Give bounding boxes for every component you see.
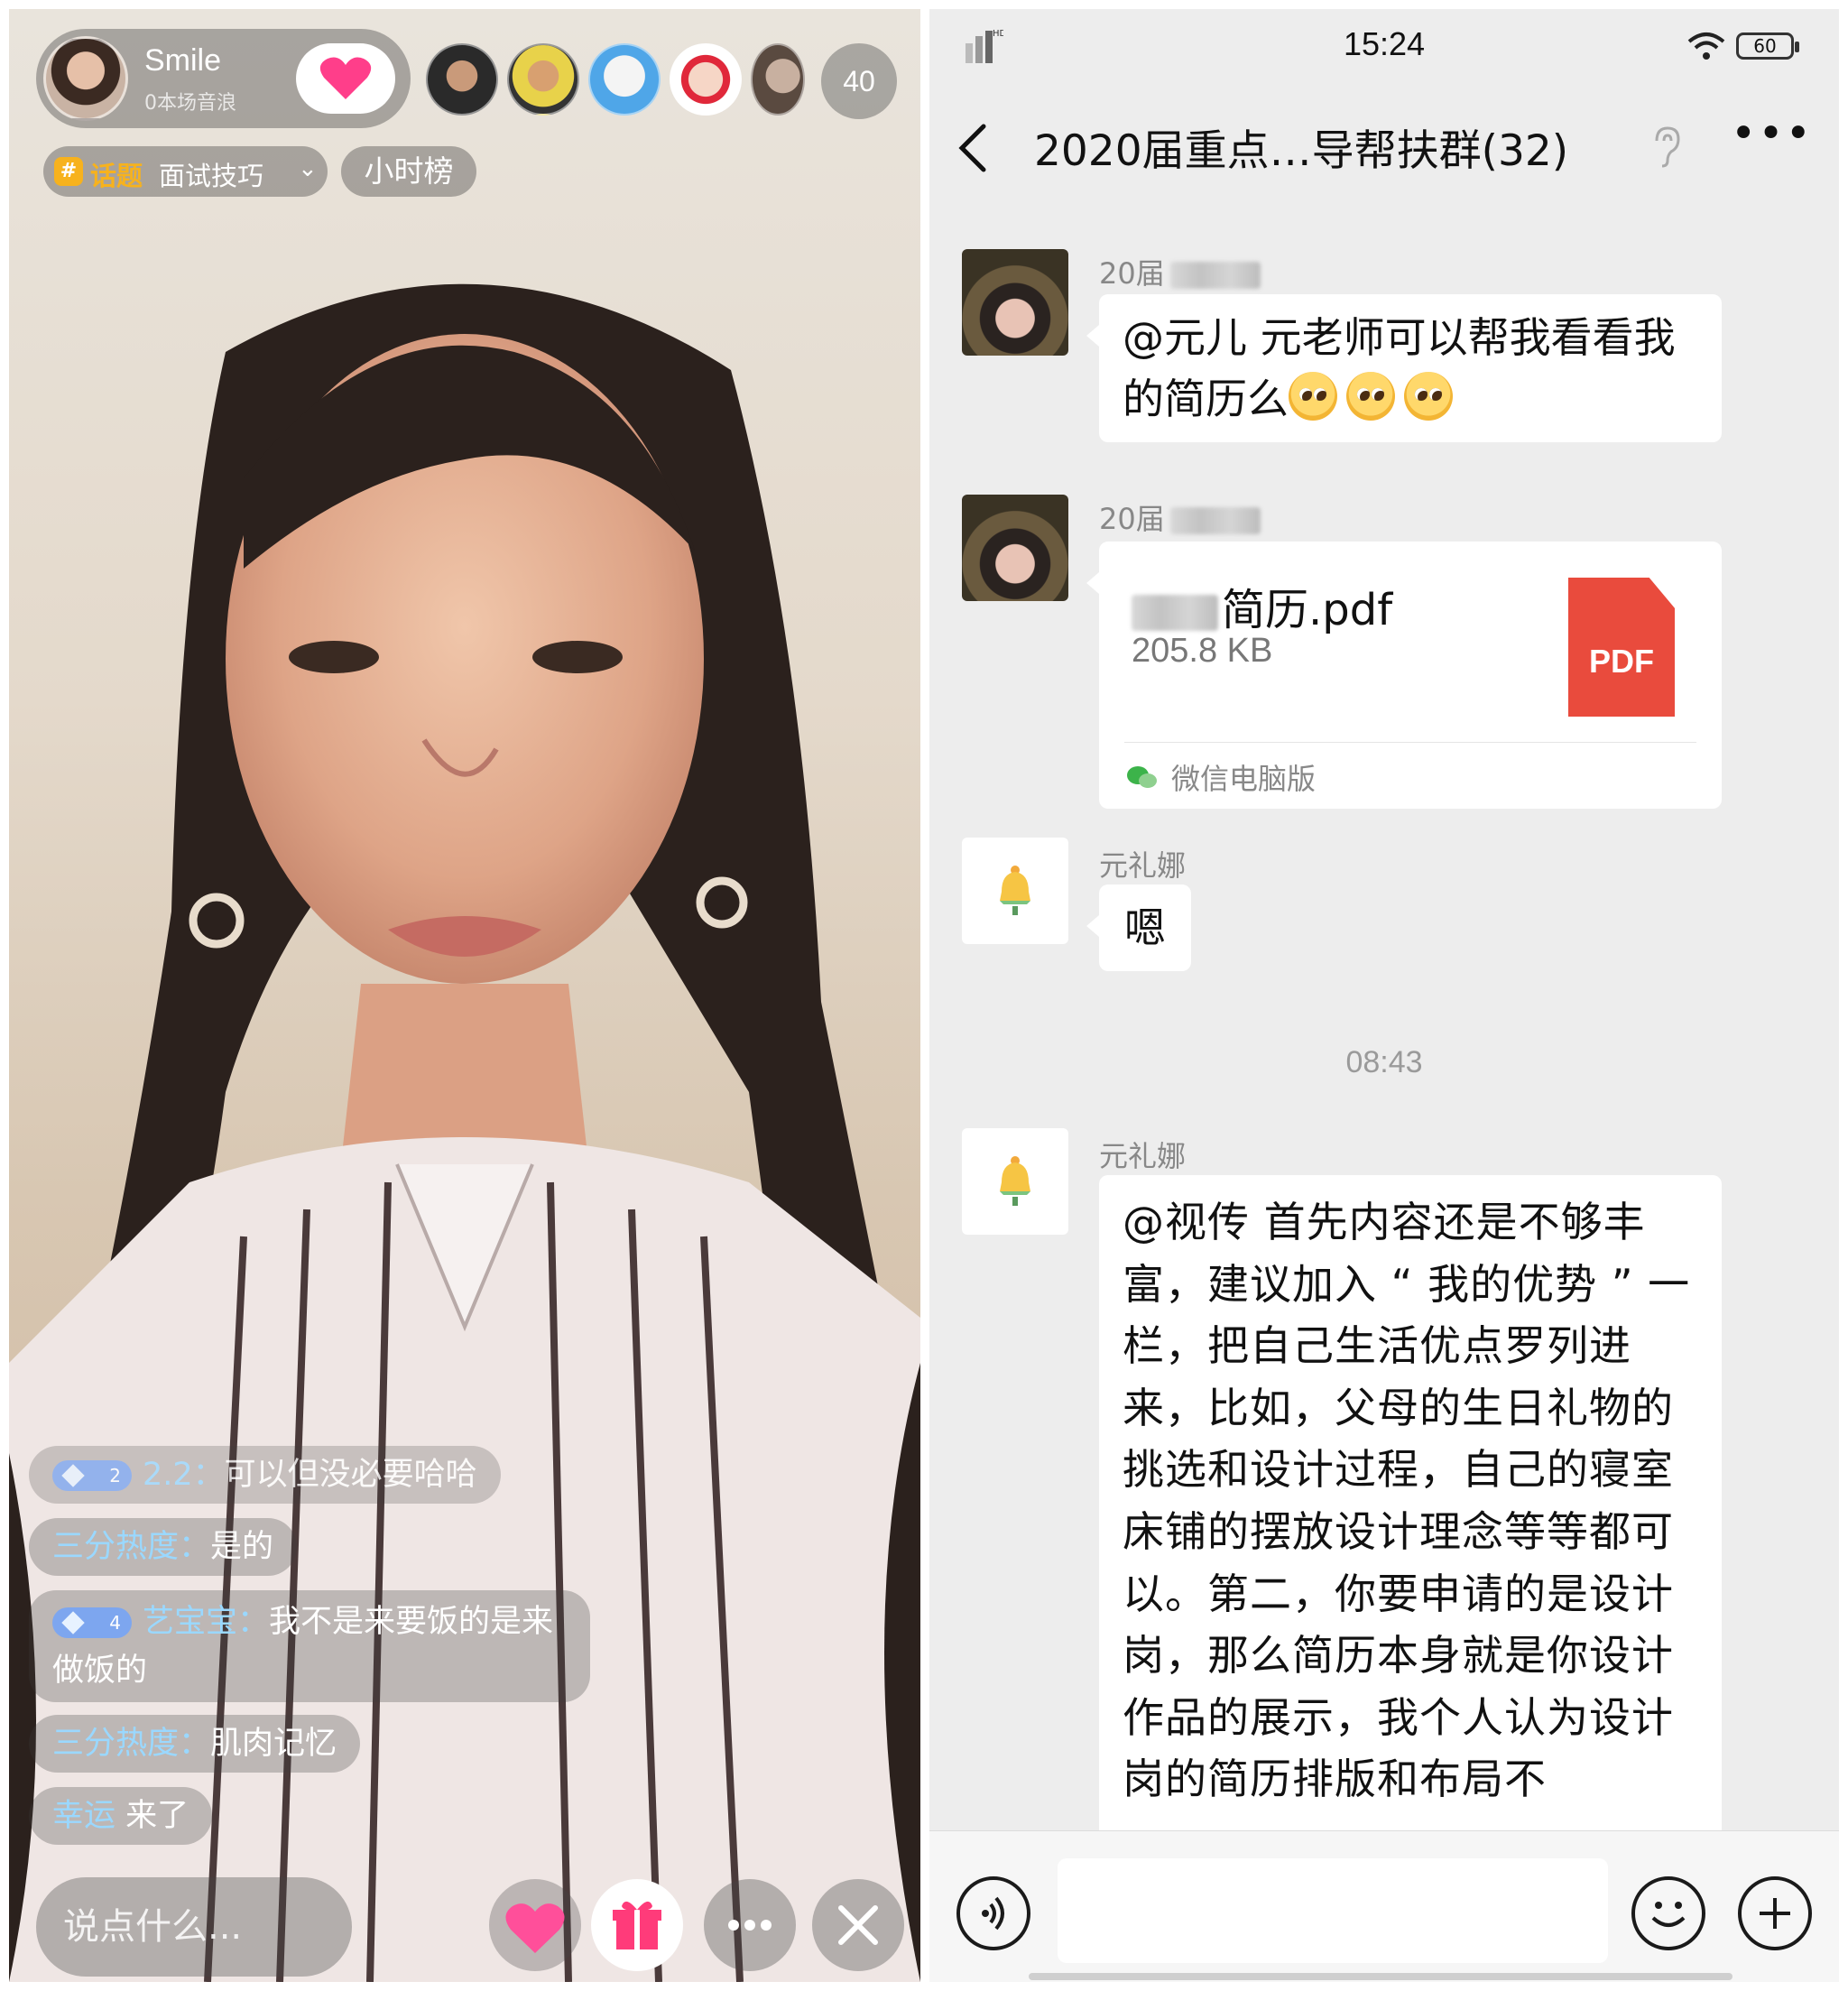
file-message-card[interactable]: 简历.pdf 205.8 KB PDF 微信电脑版 [1086,542,1722,809]
level-badge: 4 [52,1607,132,1638]
emoji-button[interactable] [1631,1876,1705,1950]
follow-button[interactable] [296,43,395,114]
message-text: @视传 首先内容还是不够丰富，建议加入 “ 我的优势 ” 一栏，把自己生活优点罗… [1123,1198,1691,1804]
chevron-down-icon: ⌄ [298,155,318,182]
sender-nickname: 20届 [1099,496,1261,538]
file-name: 简历.pdf [1132,574,1392,637]
blurred-name [1169,262,1261,289]
pleading-emoji-icon [1346,372,1395,421]
comment-user: 三分热度： [52,1726,211,1762]
pleading-emoji-icon [1289,372,1337,421]
viewer-avatar[interactable] [670,43,742,116]
sender-avatar[interactable] [962,1128,1068,1235]
screenshot-collage: Smile 0本场音浪 40 # 话题 面试技巧 ⌄ 小时榜 2 2.2：可以但没… [0,0,1848,1991]
heart-icon [505,1903,565,1953]
hashtag-icon: # [54,157,83,186]
voice-button[interactable] [956,1876,1030,1950]
topic-tag: 话题 [90,161,143,191]
comment-item: 2 2.2：可以但没必要哈哈 [29,1446,501,1504]
host-earnings: 0本场音浪 [144,92,236,115]
sender-avatar[interactable] [962,495,1068,601]
gift-icon [613,1901,661,1949]
close-button[interactable] [812,1879,904,1971]
ear-icon [1655,126,1680,168]
more-options-button[interactable]: ••• [1731,108,1813,159]
sender-nickname: 20届 [1099,251,1261,292]
like-button[interactable] [489,1879,581,1971]
close-icon [838,1905,878,1945]
viewer-avatar[interactable] [588,43,661,116]
message-input[interactable] [1058,1858,1608,1963]
live-stream-panel: Smile 0本场音浪 40 # 话题 面试技巧 ⌄ 小时榜 2 2.2：可以但没… [9,9,920,1982]
chat-header: 2020届重点…导帮扶群(32) ••• [929,90,1839,208]
message-bubble[interactable]: 嗯 [1086,884,1191,971]
level-badge: 2 [52,1460,132,1491]
sender-avatar[interactable] [962,838,1068,944]
viewer-avatar[interactable] [507,43,579,116]
message-text: 嗯 [1124,903,1166,952]
time-separator: 08:43 [1345,1045,1423,1079]
blurred-name [1132,595,1218,631]
sender-nickname: 元礼娜 [1099,1139,1187,1173]
comment-text: 肌肉记忆 [210,1726,337,1762]
message-bubble[interactable]: @元儿 元老师可以帮我看看我的简历么 [1086,294,1722,442]
comment-user: 三分热度： [52,1529,211,1565]
gift-button[interactable] [591,1879,683,1971]
viewer-avatar[interactable] [426,43,498,116]
pleading-emoji-icon [1404,372,1453,421]
back-icon[interactable] [956,123,989,173]
host-info-pill[interactable]: Smile 0本场音浪 [36,29,411,128]
host-name: Smile [144,43,222,78]
plus-icon [1760,1898,1790,1929]
wechat-chat-panel: HD 15:24 60 2020届重点…导帮扶群(32) ••• 20届 @元儿… [929,9,1839,1982]
bell-icon [1000,1156,1030,1206]
add-button[interactable] [1738,1876,1812,1950]
comment-text: 来了 [125,1798,189,1834]
blurred-name [1169,507,1261,534]
bell-icon [1000,866,1030,915]
wechat-icon [1127,766,1157,788]
comment-user: 幸运 [52,1798,116,1834]
hourly-rank-button[interactable]: 小时榜 [341,146,476,197]
smiley-icon [1651,1902,1686,1927]
comment-item: 三分热度：是的 [29,1518,298,1576]
message-bubble[interactable]: @视传 首先内容还是不够丰富，建议加入 “ 我的优势 ” 一栏，把自己生活优点罗… [1099,1175,1722,1852]
chat-title: 2020届重点…导帮扶群(32) [1034,126,1569,176]
comment-input[interactable]: 说点什么... [36,1877,352,1977]
home-indicator [1029,1973,1732,1980]
heart-icon [319,57,372,99]
comment-user: 2.2： [143,1457,225,1493]
sender-avatar[interactable] [962,249,1068,356]
topic-text: 面试技巧 [159,161,264,191]
topic-pill[interactable]: # 话题 面试技巧 ⌄ [43,146,328,197]
host-avatar[interactable] [43,36,128,121]
entry-notice: 幸运 来了 [29,1787,213,1845]
status-bar: HD 15:24 60 [929,9,1839,90]
comment-text: 可以但没必要哈哈 [224,1457,477,1493]
divider [1124,742,1696,743]
voice-icon [982,1896,1004,1931]
viewer-count[interactable]: 40 [821,43,897,119]
viewer-avatar[interactable] [751,43,805,116]
comment-item: 4 艺宝宝：我不是来要饭的是来做饭的 [29,1590,590,1702]
battery-indicator: 60 [1736,32,1799,60]
more-icon [728,1920,772,1931]
file-size: 205.8 KB [1132,632,1273,670]
wifi-icon [1687,32,1725,60]
comment-user: 艺宝宝： [143,1604,270,1640]
file-source: 微信电脑版 [1171,762,1317,796]
more-button[interactable] [704,1879,796,1971]
comment-item: 三分热度：肌肉记忆 [29,1715,361,1773]
message-text: @元儿 元老师可以帮我看看我的简历么 [1123,313,1676,423]
chat-input-bar [929,1830,1839,1982]
pdf-file-icon: PDF [1568,578,1675,717]
sender-nickname: 元礼娜 [1099,848,1187,883]
comment-text: 是的 [210,1529,274,1565]
